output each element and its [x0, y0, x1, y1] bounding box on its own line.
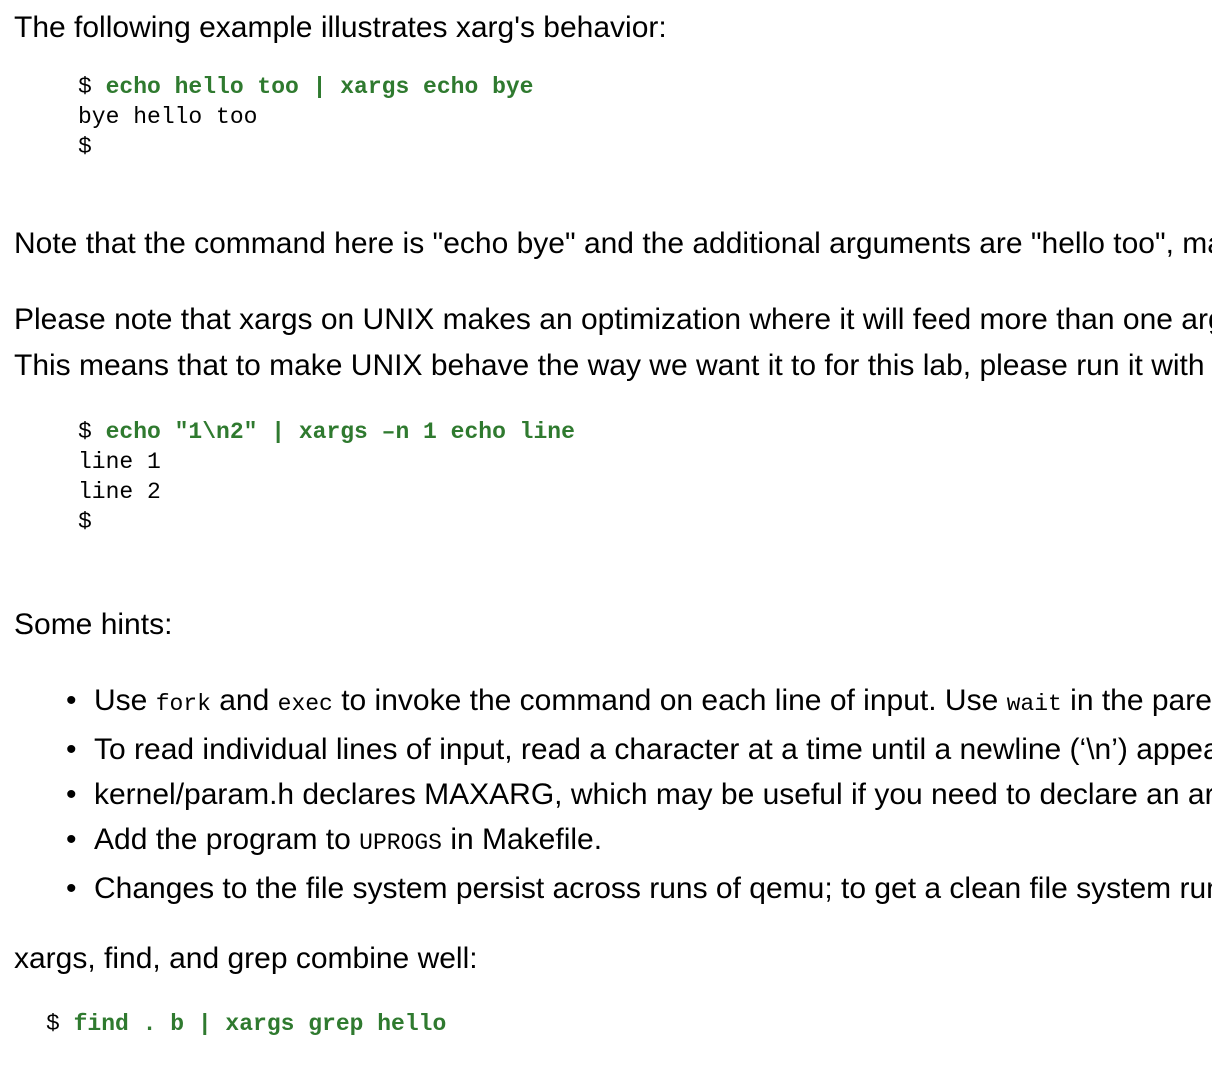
inline-code: UPROGS: [359, 830, 442, 856]
bullet-icon: •: [66, 823, 77, 856]
code-line-output-1: line 1: [78, 449, 161, 475]
code-block-find-xargs-grep: $ find . b | xargs grep hello: [46, 1009, 446, 1039]
shell-prompt: $: [78, 419, 106, 445]
list-item: • kernel/param.h declares MAXARG, which m…: [0, 772, 1212, 817]
list-item-text: in Makefile.: [441, 823, 603, 856]
list-item: • Changes to the file system persist acro…: [0, 866, 1212, 911]
list-item-text: Changes to the file system persist acros…: [94, 872, 1212, 905]
shell-command: find . b | xargs grep hello: [73, 1011, 447, 1037]
code-line-trailing-prompt: $: [78, 509, 92, 535]
code-block-echo-hello-too: $ echo hello too | xargs echo bye bye hel…: [78, 72, 533, 162]
please-note-paragraph: Please note that xargs on UNIX makes an …: [14, 303, 1212, 382]
code-line-command: $ echo "1\n2" | xargs –n 1 echo line: [78, 417, 575, 447]
bullet-icon: •: [66, 872, 77, 905]
inline-code: fork: [155, 691, 211, 717]
code-line-output: bye hello too: [78, 104, 258, 130]
list-item-text: Add the program to: [94, 823, 360, 856]
list-item: • Use fork and exec to invoke the command…: [0, 678, 1212, 727]
list-item: • To read individual lines of input, read…: [0, 727, 1212, 772]
shell-command: echo "1\n2" | xargs –n 1 echo line: [105, 419, 575, 445]
document-page: The following example illustrates xarg's…: [0, 0, 1212, 1068]
bullet-icon: •: [66, 684, 77, 717]
shell-command: echo hello too | xargs echo bye: [105, 74, 534, 100]
hints-heading: Some hints:: [14, 608, 173, 641]
code-line-command: $ find . b | xargs grep hello: [46, 1009, 446, 1039]
list-item-text: kernel/param.h declares MAXARG, which ma…: [94, 778, 1212, 811]
code-line-output-2: line 2: [78, 479, 161, 505]
list-item-text: To read individual lines of input, read …: [94, 733, 1212, 766]
code-block-echo-1n2: $ echo "1\n2" | xargs –n 1 echo line line…: [78, 417, 575, 537]
intro-paragraph: The following example illustrates xarg's…: [14, 11, 667, 44]
code-line-trailing-prompt: $: [78, 134, 92, 160]
list-item-text: to invoke the command on each line of in…: [332, 684, 1007, 717]
inline-code: wait: [1006, 691, 1062, 717]
combine-paragraph: xargs, find, and grep combine well:: [14, 942, 478, 975]
list-item: • Add the program to UPROGS in Makefile.: [0, 817, 1212, 866]
bullet-icon: •: [66, 733, 77, 766]
shell-prompt: $: [46, 1011, 74, 1037]
list-item-text: in the parent to wait for the child to c…: [1070, 684, 1212, 717]
list-item-text: Use: [94, 684, 156, 717]
shell-prompt: $: [78, 74, 106, 100]
hints-list: • Use fork and exec to invoke the command…: [0, 678, 1212, 911]
code-line-command: $ echo hello too | xargs echo bye: [78, 72, 533, 102]
inline-code: exec: [277, 691, 333, 717]
bullet-icon: •: [66, 778, 77, 811]
list-item-text: and: [210, 684, 278, 717]
note-paragraph: Note that the command here is "echo bye"…: [14, 227, 1212, 260]
